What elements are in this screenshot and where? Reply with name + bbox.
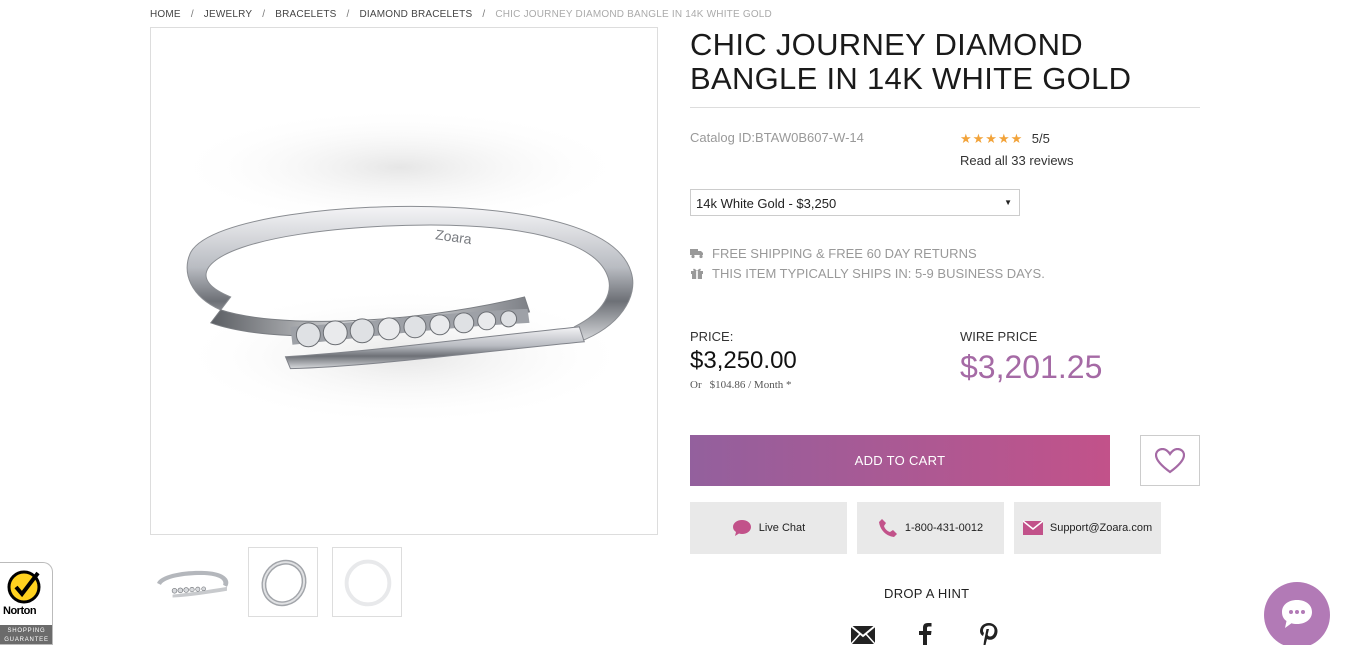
reviews-link[interactable]: Read all 33 reviews: [960, 153, 1073, 168]
rating-score: 5/5: [1031, 131, 1050, 147]
chat-bubble-icon: [1282, 600, 1312, 628]
pinterest-icon[interactable]: [978, 622, 1000, 645]
wire-price-label: WIRE PRICE: [960, 329, 1038, 344]
facebook-icon[interactable]: [917, 622, 933, 645]
thumbnail-3[interactable]: [332, 547, 402, 617]
truck-icon: [690, 249, 703, 259]
breadcrumb-bracelets[interactable]: BRACELETS: [275, 9, 336, 20]
catalog-id: Catalog ID:BTAW0B607-W-14: [690, 130, 864, 145]
support-email: Support@Zoara.com: [1049, 522, 1153, 534]
breadcrumb-separator: /: [190, 9, 194, 20]
free-shipping-row: FREE SHIPPING & FREE 60 DAY RETURNS: [690, 243, 1045, 263]
add-to-cart-button[interactable]: ADD TO CART: [690, 435, 1110, 486]
ships-in-text: THIS ITEM TYPICALLY SHIPS IN: 5-9 BUSINE…: [712, 265, 1045, 281]
shipping-info: FREE SHIPPING & FREE 60 DAY RETURNS THIS…: [690, 243, 1045, 283]
live-chat-button[interactable]: Live Chat: [690, 502, 847, 554]
breadcrumb-jewelry[interactable]: JEWELRY: [204, 9, 252, 20]
monthly-prefix: Or: [690, 379, 702, 391]
rating-block: ★★★★★ 5/5 Read all 33 reviews: [960, 130, 1073, 168]
chat-icon: [732, 520, 751, 536]
drop-hint-title: DROP A HINT: [884, 586, 970, 601]
price-value: $3,250.00: [690, 347, 797, 374]
thumbnail-strip: [150, 547, 402, 617]
floating-chat-button[interactable]: [1264, 582, 1330, 645]
gift-icon: [691, 268, 703, 279]
phone-button[interactable]: 1-800-431-0012: [857, 502, 1004, 554]
breadcrumb-diamond-bracelets[interactable]: DIAMOND BRACELETS: [359, 9, 472, 20]
rating-stars: ★★★★★: [960, 130, 1024, 146]
breadcrumb-current: CHIC JOURNEY DIAMOND BANGLE IN 14K WHITE…: [495, 9, 772, 20]
breadcrumb-separator: /: [482, 9, 486, 20]
ships-in-row: THIS ITEM TYPICALLY SHIPS IN: 5-9 BUSINE…: [690, 263, 1045, 283]
product-title: CHIC JOURNEY DIAMOND BANGLE IN 14K WHITE…: [690, 27, 1132, 96]
metal-variant-select[interactable]: 14k White Gold - $3,250 ▼: [690, 189, 1020, 216]
norton-check-icon: [7, 570, 41, 604]
bangle-image: Zoara: [170, 107, 635, 427]
free-shipping-text: FREE SHIPPING & FREE 60 DAY RETURNS: [712, 245, 977, 261]
monthly-payment: Or $104.86 / Month *: [690, 379, 792, 391]
norton-badge[interactable]: Norton SHOPPING GUARANTEE: [0, 562, 53, 645]
monthly-amount: $104.86 / Month *: [709, 379, 792, 391]
thumbnail-2[interactable]: [248, 547, 318, 617]
breadcrumb-separator: /: [262, 9, 266, 20]
phone-icon: [878, 519, 897, 537]
live-chat-label: Live Chat: [758, 522, 806, 534]
email-icon[interactable]: [850, 622, 876, 645]
chevron-down-icon: ▼: [1004, 198, 1012, 207]
wire-price-value: $3,201.25: [960, 349, 1103, 385]
price-label: PRICE:: [690, 329, 734, 344]
engraving-text: Zoara: [434, 226, 473, 247]
heart-icon: [1155, 447, 1185, 473]
phone-number: 1-800-431-0012: [904, 522, 984, 534]
product-page: HOME / JEWELRY / BRACELETS / DIAMOND BRA…: [0, 0, 1349, 645]
title-divider: [690, 107, 1200, 108]
product-main-image[interactable]: Zoara: [150, 27, 658, 535]
breadcrumb-home[interactable]: HOME: [150, 9, 181, 20]
variant-selected-value: 14k White Gold - $3,250: [696, 196, 837, 211]
email-support-button[interactable]: Support@Zoara.com: [1014, 502, 1161, 554]
wishlist-button[interactable]: [1140, 435, 1200, 486]
breadcrumb-separator: /: [346, 9, 350, 20]
norton-guarantee-text: SHOPPING GUARANTEE: [0, 625, 52, 644]
envelope-icon: [1022, 520, 1043, 535]
breadcrumb: HOME / JEWELRY / BRACELETS / DIAMOND BRA…: [150, 9, 772, 20]
thumbnail-1[interactable]: [150, 547, 234, 617]
norton-logo-text: Norton: [3, 605, 37, 617]
